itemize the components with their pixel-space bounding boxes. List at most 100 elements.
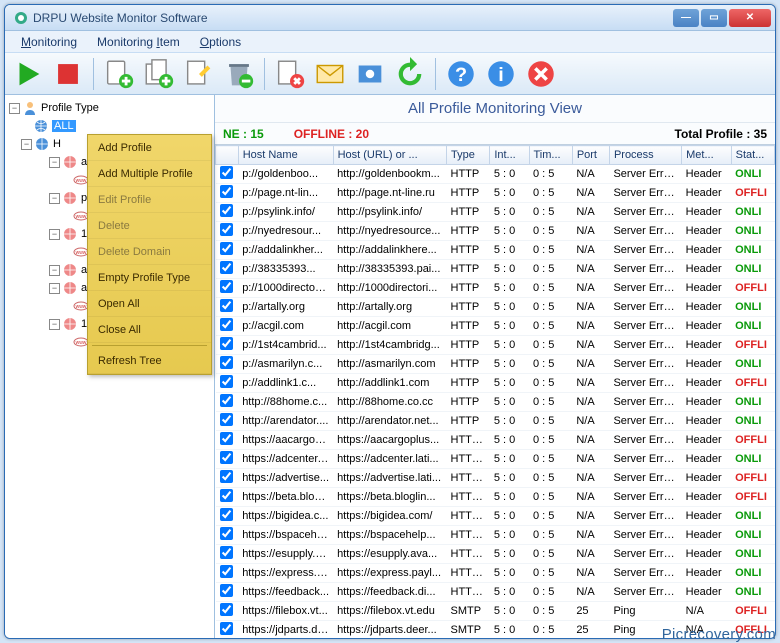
table-row[interactable]: https://feedback... https://feedback.di.… xyxy=(216,583,775,602)
row-checkbox[interactable] xyxy=(220,375,233,388)
minimize-button[interactable]: — xyxy=(673,9,699,27)
cell-interval: 5 : 0 xyxy=(490,355,529,374)
table-row[interactable]: https://aacargopl... https://aacargoplus… xyxy=(216,431,775,450)
table-row[interactable]: p://page.nt-lin... http://page.nt-line.r… xyxy=(216,184,775,203)
expand-icon[interactable]: − xyxy=(49,157,60,168)
table-row[interactable]: p://nyedresour... http://nyedresource...… xyxy=(216,222,775,241)
row-checkbox[interactable] xyxy=(220,337,233,350)
column-header[interactable]: Met... xyxy=(682,146,732,165)
data-grid[interactable]: Host NameHost (URL) or ...TypeInt...Tim.… xyxy=(215,145,775,638)
table-row[interactable]: p://psylink.info/ http://psylink.info/ H… xyxy=(216,203,775,222)
row-checkbox[interactable] xyxy=(220,242,233,255)
table-row[interactable]: p://38335393... http://38335393.pai... H… xyxy=(216,260,775,279)
column-header[interactable]: Host Name xyxy=(238,146,333,165)
row-checkbox[interactable] xyxy=(220,356,233,369)
table-row[interactable]: p://asmarilyn.c... http://asmarilyn.com … xyxy=(216,355,775,374)
row-checkbox[interactable] xyxy=(220,451,233,464)
context-item[interactable]: Add Multiple Profile xyxy=(88,161,211,187)
column-header[interactable]: Port xyxy=(572,146,609,165)
table-row[interactable]: https://beta.blogl... https://beta.blogl… xyxy=(216,488,775,507)
row-checkbox[interactable] xyxy=(220,489,233,502)
expand-icon[interactable]: − xyxy=(49,229,60,240)
edit-profile-button[interactable] xyxy=(182,57,216,91)
cell-type: HTTP xyxy=(447,279,490,298)
close-window-button[interactable]: ✕ xyxy=(729,9,771,27)
expand-icon[interactable]: − xyxy=(21,139,32,150)
row-checkbox[interactable] xyxy=(220,166,233,179)
column-header[interactable]: Host (URL) or ... xyxy=(333,146,446,165)
row-checkbox[interactable] xyxy=(220,432,233,445)
settings-button[interactable] xyxy=(353,57,387,91)
expand-icon[interactable]: − xyxy=(49,265,60,276)
table-row[interactable]: p://1st4cambrid... http://1st4cambridg..… xyxy=(216,336,775,355)
delete-button[interactable] xyxy=(222,57,256,91)
tree-root[interactable]: − Profile Type xyxy=(5,99,214,117)
context-item[interactable]: Empty Profile Type xyxy=(88,265,211,291)
menu-monitoring-item[interactable]: Monitoring Item xyxy=(87,33,190,51)
table-row[interactable]: http://88home.c... http://88home.co.cc H… xyxy=(216,393,775,412)
context-item[interactable]: Open All xyxy=(88,291,211,317)
column-header[interactable]: Tim... xyxy=(529,146,572,165)
table-row[interactable]: p://acgil.com http://acgil.com HTTP 5 : … xyxy=(216,317,775,336)
row-checkbox[interactable] xyxy=(220,565,233,578)
delete-doc-button[interactable] xyxy=(273,57,307,91)
help-button[interactable]: ? xyxy=(444,57,478,91)
add-multiple-button[interactable] xyxy=(142,57,176,91)
row-checkbox[interactable] xyxy=(220,261,233,274)
column-header[interactable] xyxy=(216,146,239,165)
row-checkbox[interactable] xyxy=(220,527,233,540)
table-row[interactable]: p://1000directori... http://1000director… xyxy=(216,279,775,298)
row-checkbox[interactable] xyxy=(220,413,233,426)
menu-monitoring[interactable]: MMonitoringonitoring xyxy=(11,33,87,51)
table-row[interactable]: https://esupply.a... https://esupply.ava… xyxy=(216,545,775,564)
column-header[interactable]: Int... xyxy=(490,146,529,165)
maximize-button[interactable]: ▭ xyxy=(701,9,727,27)
table-row[interactable]: p://artally.org http://artally.org HTTP … xyxy=(216,298,775,317)
column-header[interactable]: Stat... xyxy=(731,146,774,165)
tree-all[interactable]: ALL xyxy=(5,117,214,135)
exit-button[interactable] xyxy=(524,57,558,91)
expand-icon[interactable]: − xyxy=(9,103,20,114)
row-checkbox[interactable] xyxy=(220,584,233,597)
cell-interval: 5 : 0 xyxy=(490,583,529,602)
context-item[interactable]: Add Profile xyxy=(88,135,211,161)
row-checkbox[interactable] xyxy=(220,223,233,236)
row-checkbox[interactable] xyxy=(220,185,233,198)
expand-icon[interactable]: − xyxy=(49,283,60,294)
add-profile-button[interactable] xyxy=(102,57,136,91)
row-checkbox[interactable] xyxy=(220,622,233,635)
row-checkbox[interactable] xyxy=(220,280,233,293)
row-checkbox[interactable] xyxy=(220,470,233,483)
table-row[interactable]: https://bigidea.c... https://bigidea.com… xyxy=(216,507,775,526)
table-row[interactable]: https://express.p... https://express.pay… xyxy=(216,564,775,583)
menu-options[interactable]: Options xyxy=(190,33,251,51)
row-checkbox[interactable] xyxy=(220,394,233,407)
mail-button[interactable] xyxy=(313,57,347,91)
table-row[interactable]: https://filebox.vt... https://filebox.vt… xyxy=(216,602,775,621)
table-row[interactable]: p://addalinkher... http://addalinkhere..… xyxy=(216,241,775,260)
cell-type: SMTP xyxy=(447,621,490,639)
row-checkbox[interactable] xyxy=(220,204,233,217)
cell-interval: 5 : 0 xyxy=(490,317,529,336)
stop-button[interactable] xyxy=(51,57,85,91)
row-checkbox[interactable] xyxy=(220,546,233,559)
row-checkbox[interactable] xyxy=(220,318,233,331)
context-item[interactable]: Close All xyxy=(88,317,211,343)
table-row[interactable]: p://addlink1.c... http://addlink1.com HT… xyxy=(216,374,775,393)
info-button[interactable]: i xyxy=(484,57,518,91)
row-checkbox[interactable] xyxy=(220,603,233,616)
table-row[interactable]: http://arendator.... http://arendator.ne… xyxy=(216,412,775,431)
table-row[interactable]: https://adcenter.... https://adcenter.la… xyxy=(216,450,775,469)
column-header[interactable]: Type xyxy=(447,146,490,165)
context-item[interactable]: Refresh Tree xyxy=(88,348,211,374)
table-row[interactable]: p://goldenboo... http://goldenbookm... H… xyxy=(216,165,775,184)
table-row[interactable]: https://bspacehe... https://bspacehelp..… xyxy=(216,526,775,545)
expand-icon[interactable]: − xyxy=(49,319,60,330)
row-checkbox[interactable] xyxy=(220,299,233,312)
play-button[interactable] xyxy=(11,57,45,91)
refresh-button[interactable] xyxy=(393,57,427,91)
row-checkbox[interactable] xyxy=(220,508,233,521)
column-header[interactable]: Process xyxy=(609,146,681,165)
expand-icon[interactable]: − xyxy=(49,193,60,204)
table-row[interactable]: https://advertise... https://advertise.l… xyxy=(216,469,775,488)
